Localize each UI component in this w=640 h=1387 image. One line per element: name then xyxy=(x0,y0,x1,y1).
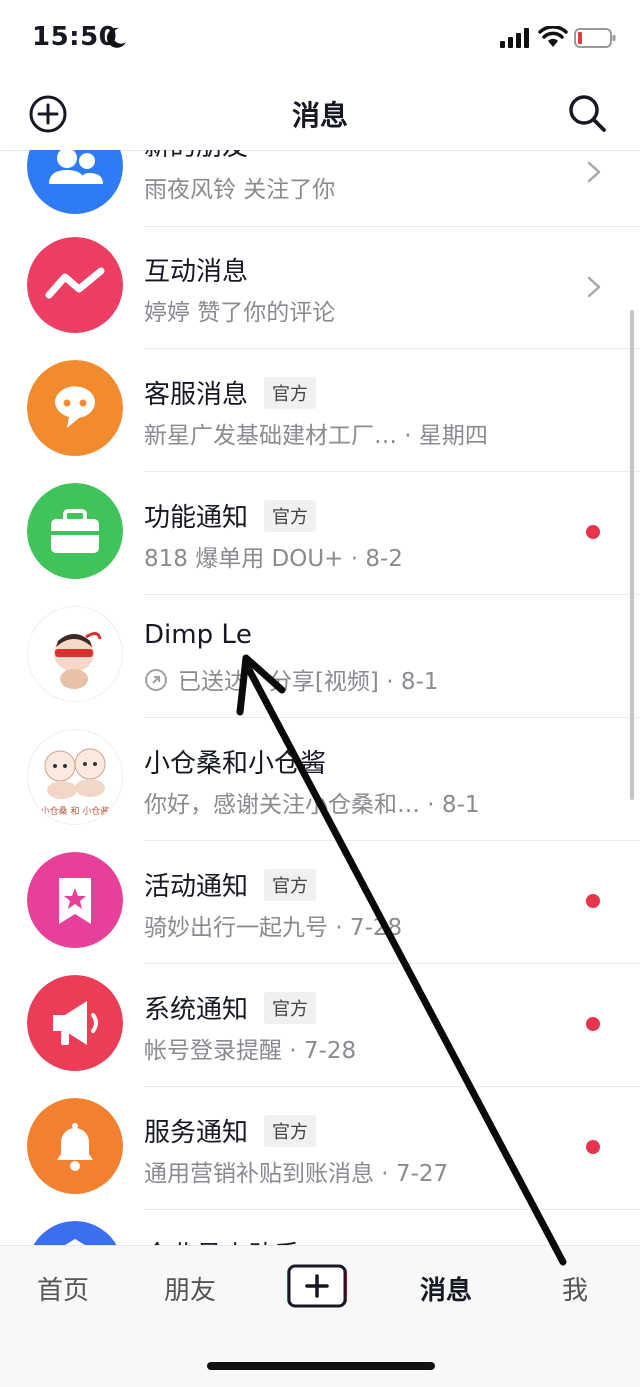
moon-icon xyxy=(106,27,126,48)
message-title: 服务通知 xyxy=(144,1118,249,1148)
megaphone-icon xyxy=(27,975,123,1071)
row-divider xyxy=(144,717,640,718)
message-subtitle: 婷婷 赞了你的评论 xyxy=(144,300,336,326)
scrollbar[interactable] xyxy=(630,310,634,800)
message-row-enterprise-assistant[interactable]: 企业号小助手 xyxy=(0,1211,640,1245)
briefcase-icon xyxy=(27,483,123,579)
cartoon-couple-avatar: 小仓桑 和 小仓酱 xyxy=(27,729,123,825)
page-title: 消息 xyxy=(291,99,348,132)
message-subtitle: 818 爆单用 DOU+ · 8-2 xyxy=(144,546,403,572)
zigzag-icon xyxy=(27,237,123,333)
chevron-right-icon xyxy=(587,276,601,298)
official-badge: 官方 xyxy=(264,500,316,532)
message-row-system-notice[interactable]: 系统通知 官方 帐号登录提醒 · 7-28 xyxy=(0,965,640,1088)
enterprise-icon xyxy=(27,1221,123,1245)
message-row-interactions[interactable]: 互动消息 婷婷 赞了你的评论 xyxy=(0,227,640,350)
row-divider xyxy=(144,348,640,349)
message-subtitle: 雨夜风铃 关注了你 xyxy=(144,177,336,203)
message-title: 客服消息 xyxy=(144,380,249,410)
message-row-service-notice[interactable]: 服务通知 官方 通用营销补贴到账消息 · 7-27 xyxy=(0,1088,640,1211)
status-bar: 15:50 xyxy=(0,0,640,80)
unread-dot xyxy=(586,1017,600,1031)
message-title: 企业号小助手 xyxy=(144,1235,300,1245)
message-subtitle: 帐号登录提醒 · 7-28 xyxy=(144,1038,357,1064)
unread-dot xyxy=(586,1140,600,1154)
search-icon[interactable] xyxy=(566,92,608,134)
chevron-right-icon xyxy=(587,161,601,183)
message-title: 活动通知 xyxy=(144,872,249,902)
nav-bar: 消息 xyxy=(0,80,640,151)
message-title: 互动消息 xyxy=(144,257,249,287)
message-list[interactable]: 新的朋友 雨夜风铃 关注了你 互动消息 婷婷 赞了你的评论 客服消息 官方 xyxy=(0,150,640,1245)
message-title: 小仓桑和小仓酱 xyxy=(144,749,327,779)
row-divider xyxy=(144,594,640,595)
message-title: Dimp ᒪe xyxy=(144,620,252,650)
row-divider xyxy=(144,840,640,841)
wifi-icon xyxy=(538,26,568,47)
unread-dot xyxy=(586,525,600,539)
row-divider xyxy=(144,471,640,472)
create-plus-button[interactable] xyxy=(287,1264,351,1308)
avatar-caption: 小仓桑 和 小仓酱 xyxy=(40,807,110,817)
message-row-dimple[interactable]: Dimp ᒪe 已送达 · 分享[视频] · 8-1 xyxy=(0,596,640,719)
message-subtitle: 通用营销补贴到账消息 · 7-27 xyxy=(144,1161,449,1187)
unread-dot xyxy=(586,894,600,908)
home-indicator xyxy=(207,1362,435,1370)
official-badge: 官方 xyxy=(264,992,316,1024)
row-divider xyxy=(144,1209,640,1210)
message-subtitle: 已送达 · 分享[视频] · 8-1 xyxy=(178,669,439,695)
battery-icon xyxy=(574,28,616,48)
message-subtitle: 你好，感谢关注小仓桑和… · 8-1 xyxy=(144,792,480,818)
bell-icon xyxy=(27,1098,123,1194)
tab-messages[interactable]: 消息 xyxy=(420,1270,472,1307)
message-title: 新的朋友 xyxy=(144,150,248,163)
chat-bubble-icon xyxy=(27,360,123,456)
message-subtitle: 新星广发基础建材工厂… · 星期四 xyxy=(144,423,488,449)
message-row-xiaocang[interactable]: 小仓桑 和 小仓酱 小仓桑和小仓酱 你好，感谢关注小仓桑和… · 8-1 xyxy=(0,719,640,842)
cellular-signal-icon xyxy=(500,28,529,48)
message-row-customer-service[interactable]: 客服消息 官方 新星广发基础建材工厂… · 星期四 xyxy=(0,350,640,473)
message-row-activity-notice[interactable]: 活动通知 官方 骑妙出行一起九号 · 7-28 xyxy=(0,842,640,965)
official-badge: 官方 xyxy=(264,869,316,901)
sent-status-icon xyxy=(145,669,167,691)
cartoon-baby-avatar xyxy=(27,606,123,702)
message-title: 系统通知 xyxy=(144,995,249,1025)
message-subtitle: 骑妙出行一起九号 · 7-28 xyxy=(144,915,403,941)
message-row-new-friends[interactable]: 新的朋友 雨夜风铃 关注了你 xyxy=(0,150,640,227)
message-title: 功能通知 xyxy=(144,503,249,533)
official-badge: 官方 xyxy=(264,377,316,409)
people-icon xyxy=(27,150,123,214)
tab-home[interactable]: 首页 xyxy=(37,1270,89,1307)
tab-friends[interactable]: 朋友 xyxy=(164,1270,216,1307)
row-divider xyxy=(144,1086,640,1087)
bookmark-star-icon xyxy=(27,852,123,948)
tab-me[interactable]: 我 xyxy=(562,1270,588,1307)
official-badge: 官方 xyxy=(264,1115,316,1147)
message-row-feature-notice[interactable]: 功能通知 官方 818 爆单用 DOU+ · 8-2 xyxy=(0,473,640,596)
row-divider xyxy=(144,963,640,964)
